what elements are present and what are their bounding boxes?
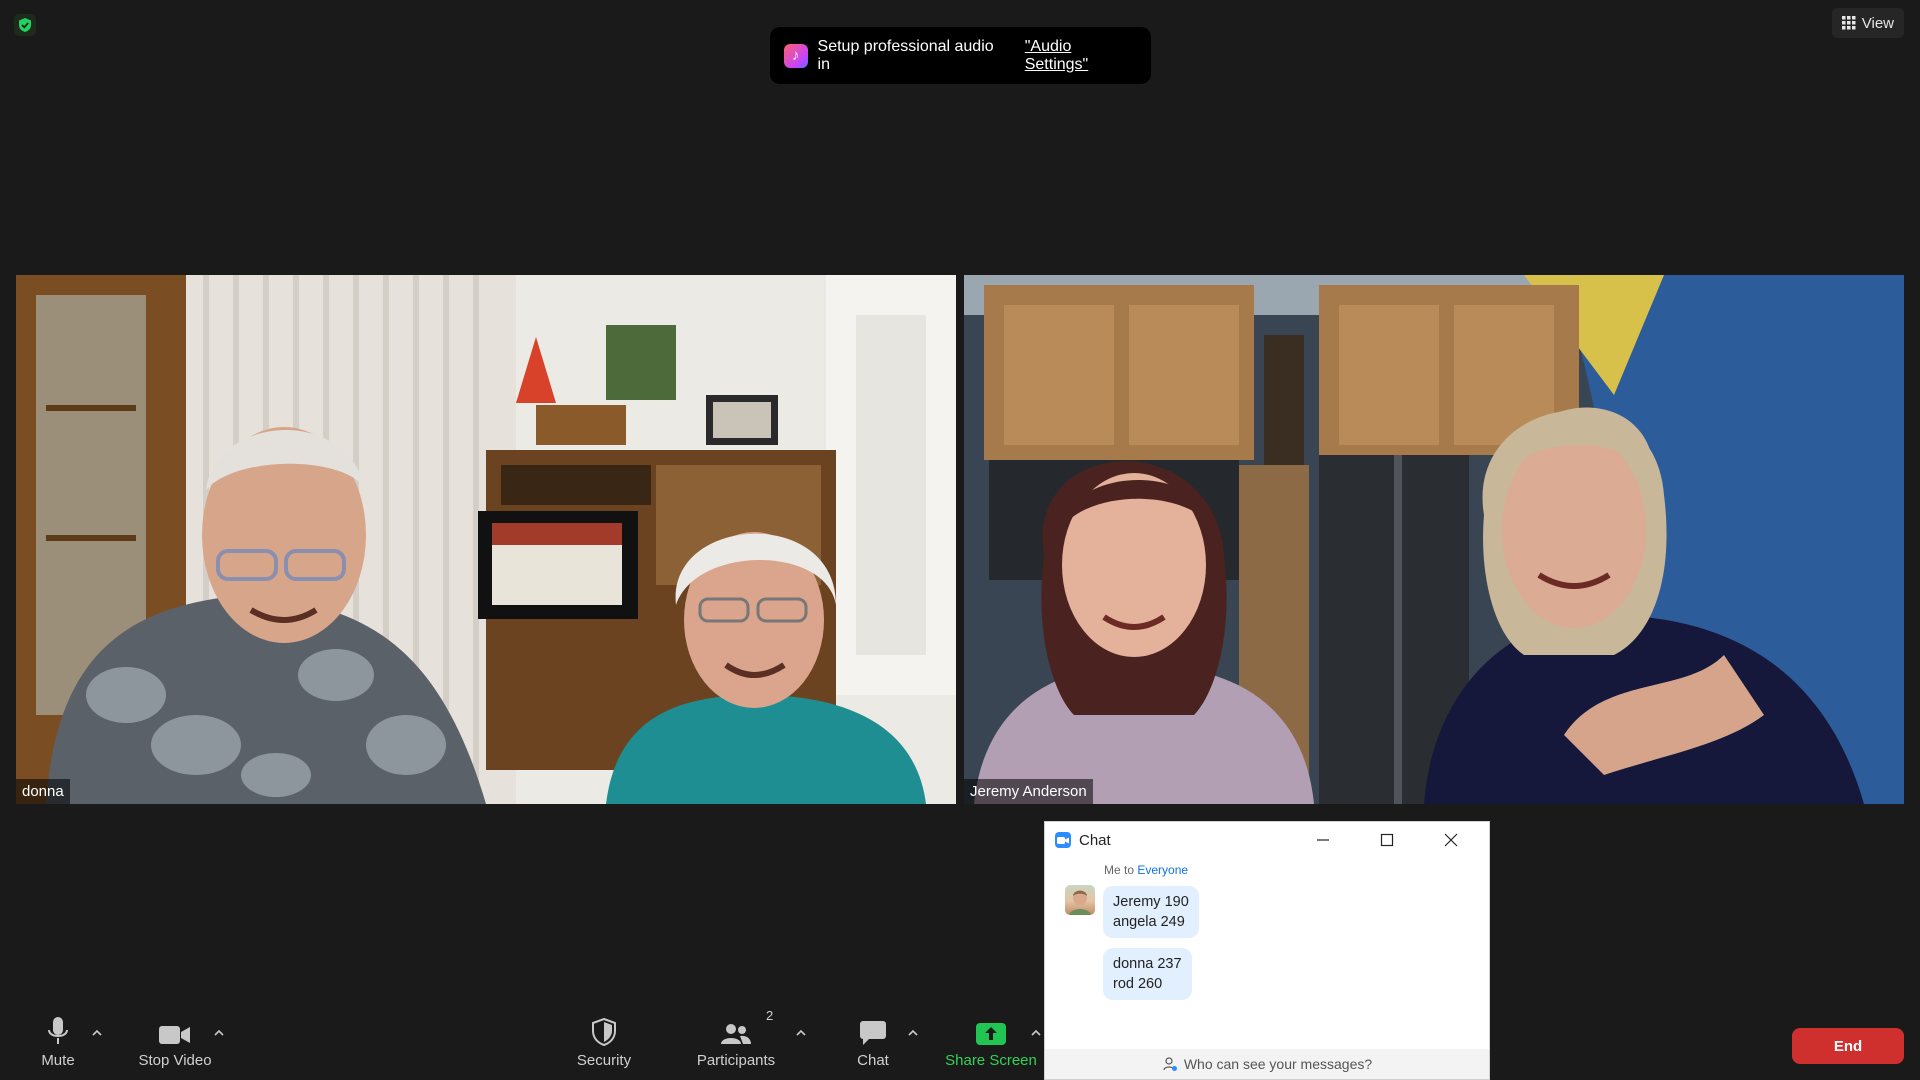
avatar[interactable] xyxy=(1065,885,1095,915)
participants-button[interactable]: 2 Participants xyxy=(694,1008,778,1069)
audio-settings-toast: ♪ Setup professional audio in "Audio Set… xyxy=(770,27,1151,84)
participant-name-tag: Jeremy Anderson xyxy=(964,779,1093,804)
shield-icon xyxy=(592,1018,616,1046)
share-screen-arrow-icon xyxy=(976,1023,1006,1045)
stop-video-button[interactable]: Stop Video xyxy=(134,1010,216,1069)
chevron-up-icon[interactable] xyxy=(906,1026,920,1040)
message-line: Jeremy 190 xyxy=(1113,894,1189,910)
participants-label: Participants xyxy=(696,1052,776,1069)
close-icon xyxy=(1444,833,1458,847)
mute-label: Mute xyxy=(41,1052,75,1069)
share-screen-label: Share Screen xyxy=(945,1052,1037,1069)
message-line: donna 237 xyxy=(1113,956,1182,972)
end-meeting-button[interactable]: End xyxy=(1792,1028,1904,1064)
microphone-icon xyxy=(48,1017,68,1044)
chat-bubble-icon xyxy=(860,1021,886,1045)
participant-name-tag: donna xyxy=(16,779,70,804)
meeting-toolbar: Mute Stop Video Security 2 Participants … xyxy=(0,1008,1920,1080)
chat-message[interactable]: donna 237 rod 260 xyxy=(1103,948,1192,1000)
maximize-button[interactable] xyxy=(1359,822,1415,858)
toast-text: Setup professional audio in xyxy=(817,37,994,73)
security-button[interactable]: Security xyxy=(574,1010,634,1069)
chat-titlebar: Chat xyxy=(1045,822,1489,858)
message-recipient[interactable]: Everyone xyxy=(1137,863,1188,877)
chat-message[interactable]: Jeremy 190 angela 249 xyxy=(1103,886,1199,938)
zoom-camera-icon xyxy=(1055,832,1071,848)
video-feed-jeremy-anderson xyxy=(964,275,1904,804)
meeting-window: View ♪ Setup professional audio in "Audi… xyxy=(0,0,1920,1080)
message-line: angela 249 xyxy=(1113,914,1185,930)
message-recipient-line: Me to Everyone xyxy=(1104,863,1188,877)
video-camera-icon xyxy=(159,1026,190,1044)
maximize-icon xyxy=(1380,833,1394,847)
minimize-icon xyxy=(1317,839,1329,841)
chevron-up-icon[interactable] xyxy=(1029,1026,1043,1040)
message-sender: Me to xyxy=(1104,863,1135,877)
message-line: rod 260 xyxy=(1113,976,1163,992)
chevron-up-icon[interactable] xyxy=(794,1026,808,1040)
mute-button[interactable]: Mute xyxy=(36,1010,80,1069)
participants-icon xyxy=(721,1024,751,1044)
view-button[interactable]: View xyxy=(1831,8,1904,38)
chat-title: Chat xyxy=(1079,831,1111,849)
participants-count: 2 xyxy=(766,1008,774,1023)
security-label: Security xyxy=(576,1052,632,1069)
chat-button[interactable]: Chat xyxy=(852,1010,894,1069)
encryption-shield-icon[interactable] xyxy=(14,14,36,36)
video-tile-jeremy-anderson[interactable]: Jeremy Anderson xyxy=(964,275,1904,804)
view-label: View xyxy=(1861,14,1894,32)
share-screen-button[interactable]: Share Screen xyxy=(944,1010,1038,1069)
grid-icon xyxy=(1841,16,1856,30)
minimize-button[interactable] xyxy=(1295,822,1351,858)
close-button[interactable] xyxy=(1423,822,1479,858)
audio-settings-link[interactable]: "Audio Settings" xyxy=(1025,38,1137,74)
stop-video-label: Stop Video xyxy=(138,1052,212,1069)
video-feed-donna xyxy=(16,275,956,804)
chevron-up-icon[interactable] xyxy=(212,1026,226,1040)
music-note-icon: ♪ xyxy=(784,43,808,68)
chevron-up-icon[interactable] xyxy=(90,1026,104,1040)
video-tile-donna[interactable]: donna xyxy=(16,275,956,804)
chat-label: Chat xyxy=(857,1052,889,1069)
